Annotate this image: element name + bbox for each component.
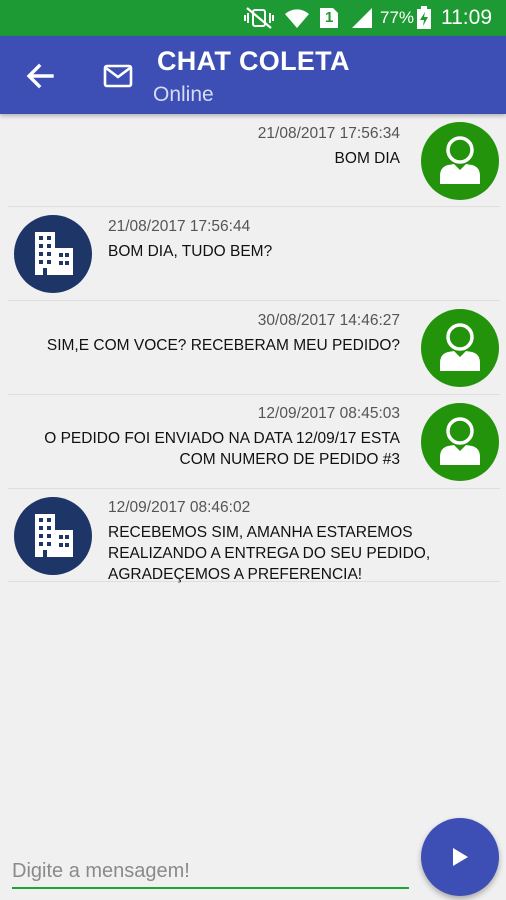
user-avatar <box>421 122 499 200</box>
message-timestamp: 12/09/2017 08:46:02 <box>108 499 251 516</box>
message-list[interactable]: 21/08/2017 17:56:34 BOM DIA 21/08/2017 1… <box>0 114 506 814</box>
message-item: 21/08/2017 17:56:34 BOM DIA <box>8 114 500 207</box>
status-bar: 1 77% 11:09 <box>0 0 506 36</box>
building-icon <box>35 232 73 275</box>
battery-percent: 77% <box>380 8 415 27</box>
building-icon <box>35 514 73 557</box>
message-input[interactable] <box>12 855 409 889</box>
message-timestamp: 21/08/2017 17:56:44 <box>108 218 251 235</box>
person-icon <box>440 417 480 465</box>
send-icon <box>453 848 468 866</box>
chat-status: Online <box>153 83 214 106</box>
send-button[interactable] <box>421 818 499 896</box>
message-item: 21/08/2017 17:56:44 BOM DIA, TUDO BEM? <box>8 207 500 301</box>
app-bar: CHAT COLETA Online <box>0 36 506 114</box>
message-text: RECEBEMOS SIM, AMANHA ESTAREMOS REALIZAN… <box>108 524 431 583</box>
battery-charging-icon <box>417 6 431 29</box>
envelope-icon <box>103 64 133 88</box>
message-timestamp: 21/08/2017 17:56:34 <box>257 125 400 142</box>
sim-label: 1 <box>325 9 334 26</box>
message-composer <box>12 855 409 891</box>
wifi-icon <box>285 9 309 28</box>
back-arrow-icon[interactable] <box>24 60 56 92</box>
message-item: 12/09/2017 08:46:02 RECEBEMOS SIM, AMANH… <box>8 489 500 583</box>
message-text: BOM DIA <box>334 150 400 167</box>
company-avatar <box>14 215 92 293</box>
message-timestamp: 30/08/2017 14:46:27 <box>257 312 400 329</box>
vibrate-mute-icon <box>244 7 274 29</box>
message-item: 30/08/2017 14:46:27 SIM,E COM VOCE? RECE… <box>8 301 500 395</box>
signal-icon <box>352 8 372 28</box>
company-avatar <box>14 497 92 575</box>
person-icon <box>440 136 480 184</box>
user-avatar <box>421 403 499 481</box>
message-text: BOM DIA, TUDO BEM? <box>108 243 273 260</box>
message-text: O PEDIDO FOI ENVIADO NA DATA 12/09/17 ES… <box>44 430 400 468</box>
user-avatar <box>421 309 499 387</box>
message-timestamp: 12/09/2017 08:45:03 <box>257 405 400 422</box>
message-item: 12/09/2017 08:45:03 O PEDIDO FOI ENVIADO… <box>8 395 500 489</box>
chat-title: CHAT COLETA <box>157 46 350 76</box>
message-text: SIM,E COM VOCE? RECEBERAM MEU PEDIDO? <box>46 337 400 354</box>
person-icon <box>440 323 480 371</box>
status-time: 11:09 <box>441 6 492 29</box>
